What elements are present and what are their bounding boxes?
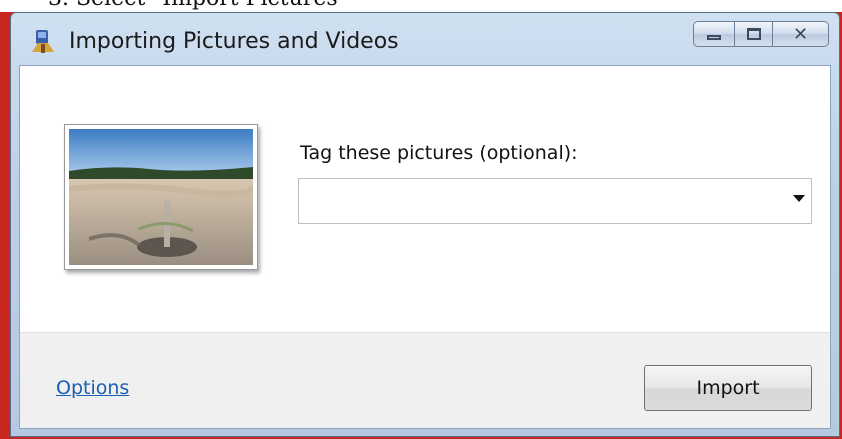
- maximize-button[interactable]: [735, 21, 773, 47]
- title-bar[interactable]: Importing Pictures and Videos ✕: [11, 13, 839, 67]
- window-title: Importing Pictures and Videos: [69, 29, 399, 54]
- photo-thumbnail: [64, 124, 258, 270]
- import-button[interactable]: Import: [644, 365, 812, 411]
- maximize-icon: [746, 28, 761, 40]
- minimize-icon: [707, 34, 721, 40]
- tag-combobox[interactable]: [298, 178, 812, 224]
- import-dialog-window: Importing Pictures and Videos ✕ Tag thes…: [10, 12, 840, 437]
- close-button[interactable]: ✕: [773, 21, 829, 47]
- tag-label: Tag these pictures (optional):: [300, 142, 578, 164]
- tag-input[interactable]: [299, 179, 769, 223]
- minimize-button[interactable]: [693, 21, 735, 47]
- window-controls: ✕: [693, 21, 829, 51]
- chevron-down-icon[interactable]: [793, 195, 805, 202]
- dialog-footer: Options Import: [20, 332, 830, 428]
- options-link[interactable]: Options: [56, 377, 129, 399]
- camera-import-icon: [28, 28, 58, 56]
- photo-thumbnail-image: [69, 129, 253, 265]
- instruction-caption: 3. Select "Import Pictures": [0, 0, 842, 12]
- dialog-content: Tag these pictures (optional): Options I…: [19, 65, 831, 429]
- close-icon: ✕: [792, 23, 809, 45]
